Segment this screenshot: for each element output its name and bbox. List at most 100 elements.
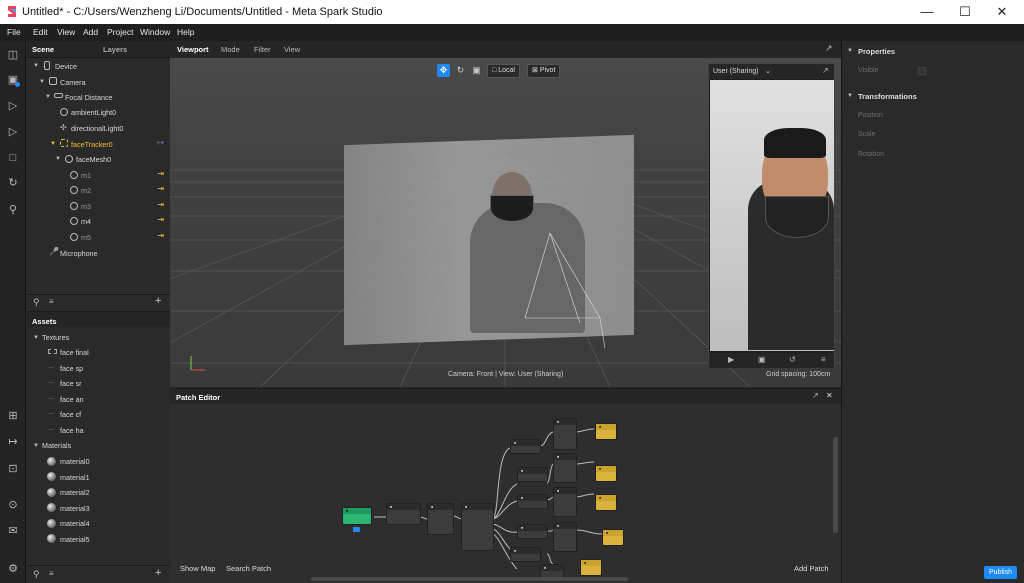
feedback-icon[interactable]: ✉ bbox=[5, 523, 21, 539]
layout-icon[interactable]: ◫ bbox=[5, 47, 21, 63]
vertical-scrollbar[interactable] bbox=[833, 437, 838, 533]
tree-item-ambientlight0[interactable]: ambientLight0 bbox=[71, 108, 116, 117]
maximize-icon[interactable]: ☐ bbox=[957, 4, 973, 20]
tree-item-m4[interactable]: m4 bbox=[81, 217, 91, 226]
patch-node-m2[interactable]: ■ bbox=[595, 465, 617, 482]
patch-node[interactable]: ■ bbox=[517, 494, 548, 509]
scale-tool-icon[interactable]: ▣ bbox=[470, 64, 483, 77]
texture-item[interactable]: face sr bbox=[60, 379, 82, 388]
chevron-down-icon[interactable]: ▼ bbox=[33, 63, 39, 69]
texture-item[interactable]: face cf bbox=[60, 410, 81, 419]
material-item[interactable]: material1 bbox=[60, 473, 90, 482]
patch-link-icon[interactable]: ⇥ bbox=[157, 231, 164, 240]
close-icon[interactable]: ✕ bbox=[994, 4, 1010, 20]
minimize-icon[interactable]: — bbox=[919, 4, 935, 20]
chevron-down-icon[interactable]: ⌄ bbox=[765, 67, 771, 75]
material-item[interactable]: material3 bbox=[60, 504, 90, 513]
tab-layers[interactable]: Layers bbox=[103, 45, 127, 54]
patch-node[interactable]: ■ bbox=[461, 503, 494, 551]
patch-node[interactable]: ■ bbox=[427, 503, 454, 535]
move-tool-icon[interactable]: ✥ bbox=[437, 64, 450, 77]
chevron-down-icon[interactable]: ▼ bbox=[33, 335, 39, 341]
import-icon[interactable]: ⊞ bbox=[5, 408, 21, 424]
patch-node[interactable]: ■ bbox=[540, 564, 564, 578]
patch-node[interactable]: ■ bbox=[553, 453, 577, 483]
tab-scene[interactable]: Scene bbox=[32, 45, 54, 54]
stop-icon[interactable]: □ bbox=[5, 150, 21, 166]
material-item[interactable]: material4 bbox=[60, 519, 90, 528]
patch-node-m1[interactable]: ■ bbox=[595, 423, 617, 440]
gear-icon[interactable]: ⚙ bbox=[5, 561, 21, 577]
chevron-down-icon[interactable]: ▼ bbox=[39, 79, 45, 85]
search-icon[interactable]: ⚲ bbox=[33, 569, 40, 580]
tree-item-microphone[interactable]: Microphone bbox=[60, 249, 98, 258]
filter-icon[interactable]: ≡ bbox=[49, 297, 54, 306]
tree-item-facemesh0[interactable]: faceMesh0 bbox=[76, 155, 111, 164]
horizontal-scrollbar[interactable] bbox=[311, 577, 628, 581]
rotate-device-icon[interactable]: ↺ bbox=[789, 355, 796, 364]
texture-item[interactable]: face final bbox=[60, 348, 89, 357]
add-patch-button[interactable]: Add Patch bbox=[794, 564, 829, 573]
upload-icon[interactable]: ⊡ bbox=[5, 461, 21, 477]
search-icon[interactable]: ⚲ bbox=[5, 202, 21, 218]
settings-icon[interactable]: ⊙ bbox=[5, 497, 21, 513]
play-icon[interactable]: ▷ bbox=[5, 98, 21, 114]
menu-icon[interactable]: ≡ bbox=[821, 355, 826, 364]
search-patch-button[interactable]: Search Patch bbox=[226, 564, 271, 573]
menu-add[interactable]: Add bbox=[83, 27, 98, 37]
materials-label[interactable]: Materials bbox=[42, 441, 71, 450]
link-out-icon[interactable]: ↦ bbox=[157, 138, 164, 147]
patch-node[interactable]: ■ bbox=[510, 547, 541, 562]
export-icon[interactable]: ↦ bbox=[5, 434, 21, 450]
patch-link-icon[interactable]: ⇥ bbox=[157, 215, 164, 224]
visible-checkbox[interactable] bbox=[918, 67, 926, 75]
refresh-icon[interactable]: ↻ bbox=[5, 175, 21, 191]
patch-node-m3[interactable]: ■ bbox=[595, 494, 617, 511]
tree-item-m5[interactable]: m5 bbox=[81, 233, 91, 242]
pivot-toggle-button[interactable]: ⊠ Pivot bbox=[527, 64, 561, 78]
patch-node[interactable]: ■ bbox=[553, 418, 577, 450]
tree-item-m1[interactable]: m1 bbox=[81, 171, 91, 180]
popout-icon[interactable]: ↗ bbox=[825, 43, 833, 54]
rotate-tool-icon[interactable]: ↻ bbox=[454, 64, 467, 77]
face-mask-mesh[interactable] bbox=[490, 195, 534, 222]
chevron-down-icon[interactable]: ▼ bbox=[55, 156, 61, 162]
step-icon[interactable]: ▷ bbox=[5, 124, 21, 140]
texture-item[interactable]: face sp bbox=[60, 364, 83, 373]
textures-label[interactable]: Textures bbox=[42, 333, 69, 342]
chevron-down-icon[interactable]: ▼ bbox=[33, 443, 39, 449]
tree-item-facetracker0[interactable]: faceTracker0 bbox=[71, 140, 113, 149]
patch-link-icon[interactable]: ⇥ bbox=[157, 200, 164, 209]
patch-link-icon[interactable]: ⇥ bbox=[157, 169, 164, 178]
popout-icon[interactable]: ↗ bbox=[822, 66, 829, 75]
add-asset-icon[interactable]: + bbox=[155, 567, 161, 579]
tab-view[interactable]: View bbox=[284, 45, 300, 54]
material-item[interactable]: material0 bbox=[60, 457, 90, 466]
patch-node-m5[interactable]: ■ bbox=[580, 559, 602, 576]
filter-icon[interactable]: ≡ bbox=[49, 569, 54, 578]
material-item[interactable]: material5 bbox=[60, 535, 90, 544]
patch-node[interactable]: ■ bbox=[510, 439, 541, 454]
tree-item-directionallight0[interactable]: directionalLight0 bbox=[71, 124, 123, 133]
patch-node[interactable]: ■ bbox=[517, 467, 548, 482]
tree-item-device[interactable]: Device bbox=[55, 62, 77, 71]
video-icon[interactable]: ▶ bbox=[728, 355, 734, 364]
menu-view[interactable]: View bbox=[57, 27, 75, 37]
tree-item-m2[interactable]: m2 bbox=[81, 186, 91, 195]
patch-node[interactable]: ■ bbox=[553, 522, 577, 552]
chevron-down-icon[interactable]: ▼ bbox=[45, 94, 51, 100]
tab-viewport[interactable]: Viewport bbox=[177, 45, 209, 54]
screenshot-icon[interactable]: ▣ bbox=[758, 355, 766, 364]
patch-node[interactable]: ■ bbox=[553, 487, 577, 517]
tree-item-camera[interactable]: Camera bbox=[60, 78, 86, 87]
add-object-icon[interactable]: + bbox=[155, 295, 161, 307]
popout-icon[interactable]: ↗ bbox=[812, 391, 819, 400]
tab-filter[interactable]: Filter bbox=[254, 45, 271, 54]
texture-item[interactable]: face an bbox=[60, 395, 84, 404]
chevron-down-icon[interactable]: ▼ bbox=[50, 141, 56, 147]
tree-item-focal-distance[interactable]: Focal Distance bbox=[65, 93, 113, 102]
search-icon[interactable]: ⚲ bbox=[33, 297, 40, 308]
menu-project[interactable]: Project bbox=[107, 27, 133, 37]
patch-node-face-finder[interactable]: ■ bbox=[342, 507, 372, 525]
patch-node[interactable]: ■ bbox=[517, 524, 548, 539]
